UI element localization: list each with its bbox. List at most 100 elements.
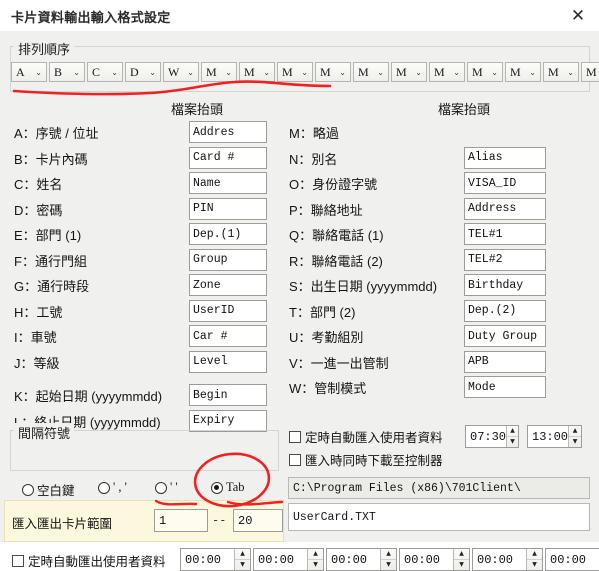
auto-export-time-value[interactable]: 00:00: [473, 549, 526, 570]
spin-up-icon[interactable]: ▲: [569, 426, 581, 437]
order-combo-0[interactable]: A ⌄: [11, 62, 47, 82]
order-combo-12[interactable]: M ⌄: [467, 62, 503, 82]
time1-spin-buttons[interactable]: ▲ ▼: [506, 426, 518, 447]
spin-down-icon[interactable]: ▼: [381, 560, 396, 570]
right-field-input-W[interactable]: Mode: [464, 376, 546, 398]
order-combo-4[interactable]: W ⌄: [163, 62, 199, 82]
card-range-to-input[interactable]: 20: [233, 509, 283, 532]
left-field-input-I[interactable]: Car #: [189, 325, 267, 347]
chevron-down-icon[interactable]: ⌄: [111, 68, 122, 77]
chevron-down-icon[interactable]: ⌄: [339, 68, 350, 77]
order-combo-1[interactable]: B ⌄: [49, 62, 85, 82]
right-field-input-S[interactable]: Birthday: [464, 274, 546, 296]
chevron-down-icon[interactable]: ⌄: [301, 68, 312, 77]
left-field-input-F[interactable]: Group: [189, 248, 267, 271]
spin-down-icon[interactable]: ▼: [308, 560, 323, 570]
spin-down-icon[interactable]: ▼: [527, 560, 542, 570]
separator-option-tab[interactable]: Tab: [211, 480, 245, 495]
auto-export-time-spinner-4[interactable]: 00:00 ▲ ▼: [472, 548, 543, 571]
chevron-down-icon[interactable]: ⌄: [73, 68, 84, 77]
left-field-input-D[interactable]: PIN: [189, 197, 267, 220]
auto-export-checkbox[interactable]: 定時自動匯出使用者資料: [12, 551, 166, 570]
auto-export-time-spinner-2[interactable]: 00:00 ▲ ▼: [326, 548, 397, 571]
time1-value[interactable]: 07:30: [466, 426, 506, 447]
auto-export-time-spinner-3[interactable]: 00:00 ▲ ▼: [399, 548, 470, 571]
spin-up-icon[interactable]: ▲: [235, 549, 250, 560]
auto-export-spin-buttons[interactable]: ▲ ▼: [453, 549, 469, 570]
right-field-input-U[interactable]: Duty Group: [464, 325, 546, 347]
left-field-input-L[interactable]: Expiry: [189, 409, 267, 432]
auto-export-spin-buttons[interactable]: ▲ ▼: [307, 549, 323, 570]
chevron-down-icon[interactable]: ⌄: [187, 68, 198, 77]
chevron-down-icon[interactable]: ⌄: [225, 68, 236, 77]
card-range-from-input[interactable]: 1: [154, 509, 208, 532]
left-field-input-A[interactable]: Addres: [189, 121, 267, 143]
separator-option-space[interactable]: 空白鍵: [22, 480, 75, 499]
auto-export-time-spinner-5[interactable]: 00:00▲▼: [545, 548, 599, 571]
auto-export-time-value[interactable]: 00:00: [181, 549, 234, 570]
spin-up-icon[interactable]: ▲: [381, 549, 396, 560]
auto-export-time-value[interactable]: 00:00: [327, 549, 380, 570]
chevron-down-icon[interactable]: ⌄: [263, 68, 274, 77]
separator-option-comma[interactable]: ' , ': [98, 480, 127, 495]
spin-down-icon[interactable]: ▼: [235, 560, 250, 570]
order-combo-2[interactable]: C ⌄: [87, 62, 123, 82]
auto-export-spin-buttons[interactable]: ▲ ▼: [380, 549, 396, 570]
time2-value[interactable]: 13:00: [528, 426, 568, 447]
spin-up-icon[interactable]: ▲: [308, 549, 323, 560]
close-icon[interactable]: ✕: [563, 2, 593, 29]
auto-export-time-value[interactable]: 00:00: [254, 549, 307, 570]
order-combo-8[interactable]: M ⌄: [315, 62, 351, 82]
order-combo-13[interactable]: M ⌄: [505, 62, 541, 82]
right-field-input-N[interactable]: Alias: [464, 146, 546, 169]
right-field-input-R[interactable]: TEL#2: [464, 248, 546, 271]
auto-export-time-value[interactable]: 00:00: [546, 549, 599, 570]
right-field-input-T[interactable]: Dep.(2): [464, 299, 546, 322]
spin-down-icon[interactable]: ▼: [454, 560, 469, 570]
directory-path-field[interactable]: C:\Program Files (x86)\701Client\: [288, 477, 590, 499]
auto-import-time2-spinner[interactable]: 13:00 ▲ ▼: [527, 425, 582, 448]
chevron-down-icon[interactable]: ⌄: [415, 68, 426, 77]
right-field-input-O[interactable]: VISA_ID: [464, 172, 546, 194]
spin-down-icon[interactable]: ▼: [507, 437, 518, 447]
right-field-input-V[interactable]: APB: [464, 350, 546, 373]
chevron-down-icon[interactable]: ⌄: [453, 68, 464, 77]
order-combo-10[interactable]: M ⌄: [391, 62, 427, 82]
left-field-input-H[interactable]: UserID: [189, 299, 267, 322]
order-combo-7[interactable]: M ⌄: [277, 62, 313, 82]
right-field-input-Q[interactable]: TEL#1: [464, 223, 546, 245]
order-combo-14[interactable]: M ⌄: [543, 62, 579, 82]
left-field-input-B[interactable]: Card #: [189, 146, 267, 169]
left-field-input-G[interactable]: Zone: [189, 274, 267, 296]
order-combo-11[interactable]: M ⌄: [429, 62, 465, 82]
order-combo-15[interactable]: M⌄: [581, 62, 599, 82]
spin-down-icon[interactable]: ▼: [569, 437, 581, 447]
order-combo-3[interactable]: D ⌄: [125, 62, 161, 82]
left-field-input-K[interactable]: Begin: [189, 384, 267, 406]
order-combo-5[interactable]: M ⌄: [201, 62, 237, 82]
auto-export-time-spinner-1[interactable]: 00:00 ▲ ▼: [253, 548, 324, 571]
chevron-down-icon[interactable]: ⌄: [567, 68, 578, 77]
left-field-input-C[interactable]: Name: [189, 172, 267, 194]
chevron-down-icon[interactable]: ⌄: [35, 68, 46, 77]
order-combo-9[interactable]: M ⌄: [353, 62, 389, 82]
spin-up-icon[interactable]: ▲: [507, 426, 518, 437]
chevron-down-icon[interactable]: ⌄: [529, 68, 540, 77]
order-combo-6[interactable]: M ⌄: [239, 62, 275, 82]
auto-import-time1-spinner[interactable]: 07:30 ▲ ▼: [465, 425, 519, 448]
left-field-input-J[interactable]: Level: [189, 350, 267, 373]
chevron-down-icon[interactable]: ⌄: [377, 68, 388, 77]
auto-export-time-spinner-0[interactable]: 00:00 ▲ ▼: [180, 548, 251, 571]
chevron-down-icon[interactable]: ⌄: [491, 68, 502, 77]
left-field-input-E[interactable]: Dep.(1): [189, 223, 267, 245]
time2-spin-buttons[interactable]: ▲ ▼: [568, 426, 581, 447]
auto-export-spin-buttons[interactable]: ▲ ▼: [526, 549, 542, 570]
auto-export-time-value[interactable]: 00:00: [400, 549, 453, 570]
chevron-down-icon[interactable]: ⌄: [149, 68, 160, 77]
auto-import-checkbox[interactable]: 定時自動匯入使用者資料: [289, 427, 443, 446]
auto-export-spin-buttons[interactable]: ▲ ▼: [234, 549, 250, 570]
separator-option-blank[interactable]: ' ': [155, 480, 178, 495]
spin-up-icon[interactable]: ▲: [454, 549, 469, 560]
spin-up-icon[interactable]: ▲: [527, 549, 542, 560]
right-field-input-P[interactable]: Address: [464, 197, 546, 220]
